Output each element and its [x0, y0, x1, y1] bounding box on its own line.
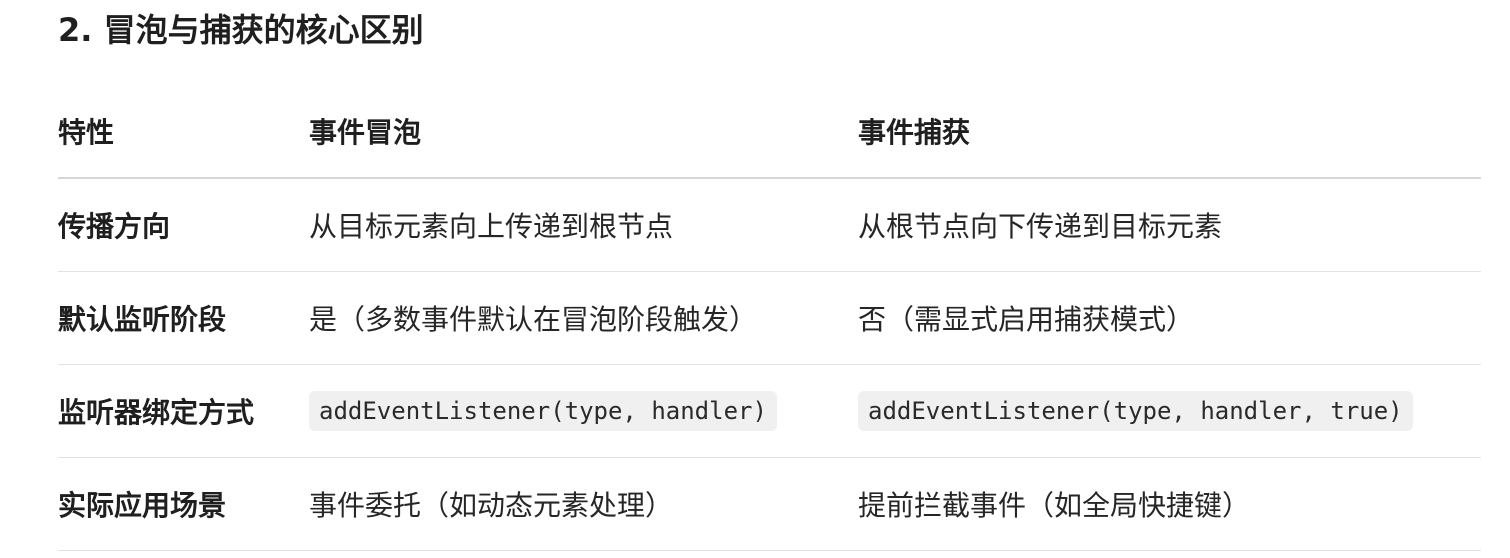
table-row: 监听器绑定方式 addEventListener(type, handler) … [58, 364, 1481, 458]
header-capturing: 事件捕获 [858, 84, 1481, 179]
bubbling-cell: addEventListener(type, handler) [309, 364, 858, 458]
capturing-cell: 提前拦截事件（如全局快捷键） [858, 457, 1481, 551]
capturing-cell: 否（需显式启用捕获模式） [858, 271, 1481, 365]
section-title: 2. 冒泡与捕获的核心区别 [58, 11, 424, 49]
code-snippet: addEventListener(type, handler, true) [858, 390, 1413, 431]
table-row: 默认监听阶段 是（多数事件默认在冒泡阶段触发） 否（需显式启用捕获模式） [58, 271, 1481, 365]
comparison-table: 特性 事件冒泡 事件捕获 传播方向 从目标元素向上传递到根节点 从根节点向下传递… [58, 84, 1481, 551]
header-bubbling: 事件冒泡 [309, 84, 858, 179]
table-row: 实际应用场景 事件委托（如动态元素处理） 提前拦截事件（如全局快捷键） [58, 457, 1481, 551]
table-row: 传播方向 从目标元素向上传递到根节点 从根节点向下传递到目标元素 [58, 178, 1481, 272]
row-label: 传播方向 [58, 178, 309, 272]
row-label: 默认监听阶段 [58, 271, 309, 365]
code-snippet: addEventListener(type, handler) [309, 390, 777, 431]
row-label: 监听器绑定方式 [58, 364, 309, 458]
bubbling-cell: 是（多数事件默认在冒泡阶段触发） [309, 271, 858, 365]
row-label: 实际应用场景 [58, 457, 309, 551]
bubbling-cell: 事件委托（如动态元素处理） [309, 457, 858, 551]
capturing-cell: addEventListener(type, handler, true) [858, 364, 1481, 458]
bubbling-cell: 从目标元素向上传递到根节点 [309, 178, 858, 272]
table-header-row: 特性 事件冒泡 事件捕获 [58, 84, 1481, 179]
capturing-cell: 从根节点向下传递到目标元素 [858, 178, 1481, 272]
header-feature: 特性 [58, 84, 309, 179]
